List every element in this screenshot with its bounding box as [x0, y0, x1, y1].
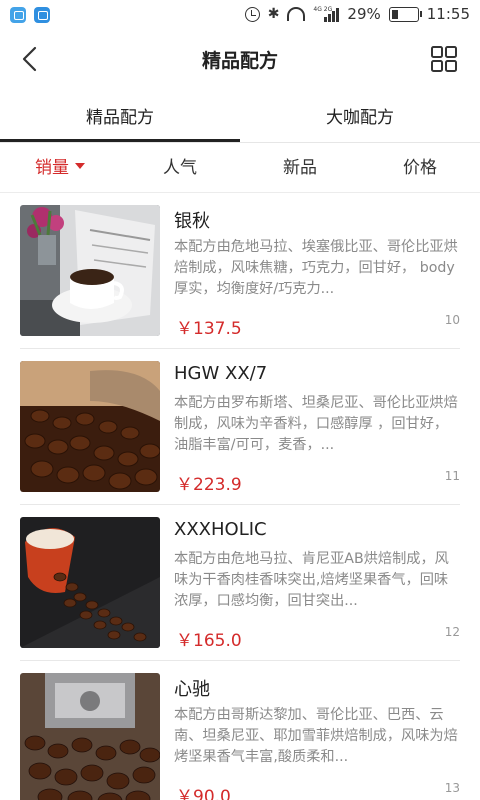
recipe-list: 银秋 本配方由危地马拉、埃塞俄比亚、哥伦比亚烘焙制成，风味焦糖，巧克力，回甘好，… — [0, 193, 480, 800]
sort-bar: 销量 人气 新品 价格 — [0, 146, 480, 190]
product-image — [20, 673, 160, 800]
product-name: HGW XX/7 — [174, 363, 268, 384]
product-name: XXXHOLIC — [174, 519, 267, 540]
grid-icon — [431, 46, 457, 72]
list-item[interactable]: 心驰 本配方由哥斯达黎加、哥伦比亚、巴西、云南、坦桑尼亚、耶加雪菲烘焙制成，风味… — [0, 661, 480, 800]
list-item[interactable]: XXXHOLIC 本配方由危地马拉、肯尼亚AB烘焙制成，风味为干香肉桂香味突出,… — [0, 505, 480, 661]
status-bar: ✱ 4G 2G 29% 11:55 — [0, 0, 480, 32]
product-description: 本配方由危地马拉、肯尼亚AB烘焙制成，风味为干香肉桂香味突出,焙烤坚果香气，回味… — [174, 551, 449, 609]
notification-icons — [10, 7, 50, 23]
product-description: 本配方由哥斯达黎加、哥伦比亚、巴西、云南、坦桑尼亚、耶加雪菲烘焙制成，风味为焙烤… — [174, 707, 458, 765]
grinder-beans-image — [20, 673, 160, 800]
product-image — [20, 361, 160, 492]
sort-sales-label: 销量 — [35, 158, 69, 178]
tab-premium-recipes[interactable]: 精品配方 — [0, 96, 240, 144]
signal-icon: 4G 2G — [313, 6, 340, 22]
battery-percent: 29% — [347, 5, 381, 23]
tab-bar: 精品配方 大咖配方 — [0, 96, 480, 144]
sort-new[interactable]: 新品 — [240, 146, 360, 190]
tab-master-recipes[interactable]: 大咖配方 — [240, 96, 480, 144]
wifi-icon — [287, 7, 306, 21]
grid-view-button[interactable] — [430, 45, 458, 73]
header: 精品配方 — [0, 32, 480, 86]
product-name: 心驰 — [174, 679, 210, 700]
bluetooth-icon: ✱ — [267, 5, 280, 22]
app-notification-icon — [10, 7, 26, 23]
coffee-cup-magazine-image — [20, 205, 160, 336]
product-description: 本配方由危地马拉、埃塞俄比亚、哥伦比亚烘焙制成，风味焦糖，巧克力，回甘好， bo… — [174, 239, 458, 297]
alarm-icon — [244, 6, 260, 22]
product-price: ￥137.5 — [176, 319, 242, 339]
list-item[interactable]: HGW XX/7 本配方由罗布斯塔、坦桑尼亚、哥伦比亚烘焙制成，风味为辛香料，口… — [0, 349, 480, 505]
sort-price[interactable]: 价格 — [360, 146, 480, 190]
coffee-beans-scoop-image — [20, 361, 160, 492]
message-notification-icon — [34, 7, 50, 23]
product-price: ￥90.0 — [176, 787, 231, 800]
clock: 11:55 — [426, 5, 470, 23]
product-price: ￥223.9 — [176, 475, 242, 495]
battery-icon — [388, 6, 422, 22]
tab-divider — [0, 142, 480, 143]
red-cup-beans-image — [20, 517, 160, 648]
sort-popularity[interactable]: 人气 — [120, 146, 240, 190]
page-title: 精品配方 — [201, 50, 278, 72]
product-image — [20, 517, 160, 648]
product-count: 11 — [444, 469, 460, 483]
battery-level — [391, 9, 399, 19]
product-name: 银秋 — [174, 211, 210, 232]
product-count: 12 — [444, 625, 460, 639]
sort-sales[interactable]: 销量 — [0, 146, 120, 190]
product-image — [20, 205, 160, 336]
product-description: 本配方由罗布斯塔、坦桑尼亚、哥伦比亚烘焙制成，风味为辛香料，口感醇厚 ，回甘好，… — [174, 395, 458, 453]
list-item[interactable]: 银秋 本配方由危地马拉、埃塞俄比亚、哥伦比亚烘焙制成，风味焦糖，巧克力，回甘好，… — [0, 193, 480, 349]
network-type-label: 4G 2G — [313, 6, 333, 13]
product-count: 10 — [444, 313, 460, 327]
caret-down-icon — [75, 163, 85, 169]
product-count: 13 — [444, 781, 460, 795]
product-price: ￥165.0 — [176, 631, 242, 651]
